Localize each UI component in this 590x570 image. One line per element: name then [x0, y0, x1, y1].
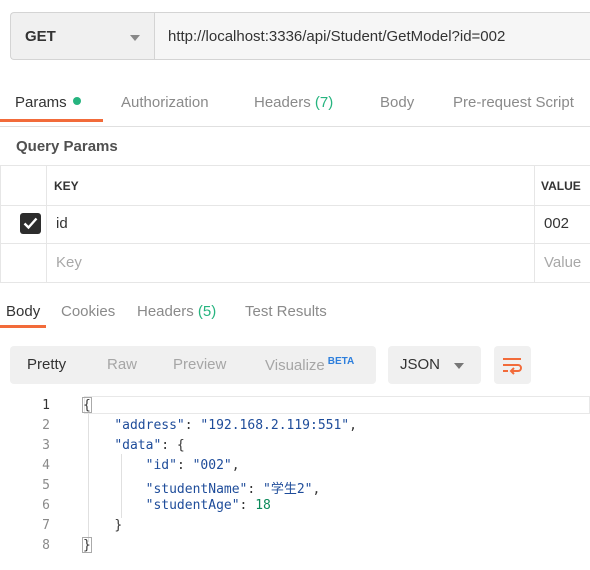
line-number: 5 — [42, 478, 50, 493]
key-placeholder[interactable]: Key — [56, 254, 82, 271]
line-number: 6 — [42, 498, 50, 513]
wrap-lines-icon — [503, 358, 522, 375]
tab-body-label: Body — [380, 94, 415, 111]
url-text: http://localhost:3336/api/Student/GetMod… — [168, 28, 506, 45]
view-visualize-button[interactable]: Visualize BETA — [265, 356, 354, 374]
code-line: } — [83, 538, 91, 553]
param-value-cell[interactable]: 002 — [544, 215, 569, 232]
checkbox-checked-icon[interactable] — [20, 213, 41, 234]
table-border — [0, 282, 590, 283]
resp-tab-headers-count: (5) — [197, 303, 217, 320]
resp-tab-cookies[interactable]: Cookies — [61, 303, 115, 320]
line-number: 4 — [42, 458, 50, 473]
response-tabs: Body Cookies Headers (5) Test Results — [0, 300, 590, 326]
param-key-cell[interactable]: id — [56, 215, 68, 232]
line-number: 2 — [42, 418, 50, 433]
resp-tab-headers-label: Headers — [137, 303, 194, 320]
wrap-lines-button[interactable] — [494, 346, 531, 384]
visualize-label: Visualize — [265, 357, 325, 374]
response-body-code[interactable]: 1 2 3 4 5 6 7 8 { "address": "192.168.2.… — [0, 396, 590, 560]
table-border — [0, 205, 590, 206]
resp-tab-test-results[interactable]: Test Results — [245, 303, 327, 320]
line-number: 1 — [42, 398, 50, 413]
json-key: "address" — [114, 418, 185, 433]
tab-authorization-label: Authorization — [121, 94, 209, 111]
column-header-value: VALUE — [541, 179, 581, 193]
code-line: "address": "192.168.2.119:551", — [114, 418, 357, 433]
json-string: "002" — [192, 458, 232, 473]
json-brace: : { — [161, 438, 185, 453]
resp-tab-headers[interactable]: Headers (5) — [137, 303, 216, 320]
json-string: "学生2" — [263, 482, 313, 497]
format-label: JSON — [400, 356, 441, 373]
resp-active-tab-indicator — [0, 325, 46, 328]
url-input[interactable]: http://localhost:3336/api/Student/GetMod… — [154, 12, 590, 60]
tab-headers[interactable]: Headers (7) — [254, 94, 333, 111]
format-select[interactable]: JSON — [388, 346, 481, 384]
column-header-key: KEY — [54, 179, 79, 193]
query-params-table: KEY VALUE id 002 Key Value — [0, 165, 590, 283]
json-brace: } — [114, 518, 123, 533]
json-key: "data" — [114, 438, 162, 453]
resp-tab-test-results-label: Test Results — [245, 303, 327, 320]
json-key: "id" — [145, 458, 177, 473]
code-line: "id": "002", — [145, 458, 240, 473]
chevron-down-icon — [454, 363, 464, 369]
view-pretty-button[interactable]: Pretty — [27, 356, 66, 373]
view-mode-group: Pretty Raw Preview Visualize BETA — [10, 346, 376, 384]
current-line-highlight — [84, 396, 590, 414]
method-label: GET — [25, 28, 56, 45]
table-border — [0, 165, 1, 283]
table-border — [534, 165, 535, 283]
view-preview-button[interactable]: Preview — [173, 356, 226, 373]
tab-headers-count: (7) — [314, 94, 334, 111]
params-active-dot — [72, 97, 81, 105]
tab-authorization[interactable]: Authorization — [121, 94, 209, 111]
method-select[interactable]: GET — [10, 12, 154, 60]
tab-body[interactable]: Body — [380, 94, 414, 111]
active-tab-indicator — [0, 119, 103, 122]
code-line: "studentAge": 18 — [145, 498, 271, 513]
json-brace: { — [83, 398, 91, 413]
request-bar: GET http://localhost:3336/api/Student/Ge… — [10, 12, 590, 60]
chevron-down-icon — [130, 35, 140, 41]
table-border — [46, 165, 47, 283]
json-key: "studentName" — [145, 482, 248, 497]
table-border — [0, 165, 590, 166]
code-line: "data": { — [83, 438, 185, 453]
json-brace: } — [83, 538, 91, 553]
code-line: { — [83, 398, 91, 413]
tab-pre-request-script[interactable]: Pre-request Script — [453, 94, 574, 111]
line-number: 7 — [42, 518, 50, 533]
line-number: 3 — [42, 438, 50, 453]
resp-tab-body-label: Body — [6, 303, 41, 320]
code-line: "studentName": "学生2", — [145, 482, 321, 497]
beta-badge: BETA — [327, 356, 355, 367]
code-line: } — [83, 518, 122, 533]
resp-tab-body[interactable]: Body — [6, 303, 40, 320]
value-placeholder[interactable]: Value — [544, 254, 581, 271]
line-number: 8 — [42, 538, 50, 553]
tab-pre-request-label: Pre-request Script — [453, 94, 574, 111]
json-number: 18 — [255, 498, 271, 513]
resp-tab-cookies-label: Cookies — [61, 303, 116, 320]
tab-headers-label: Headers — [254, 94, 311, 111]
table-border — [0, 243, 590, 244]
tab-params-label: Params — [15, 94, 67, 111]
query-params-title: Query Params — [16, 138, 118, 155]
view-raw-button[interactable]: Raw — [107, 356, 137, 373]
tab-params[interactable]: Params — [15, 94, 81, 111]
json-string: "192.168.2.119:551" — [200, 418, 350, 433]
json-key: "studentAge" — [145, 498, 240, 513]
